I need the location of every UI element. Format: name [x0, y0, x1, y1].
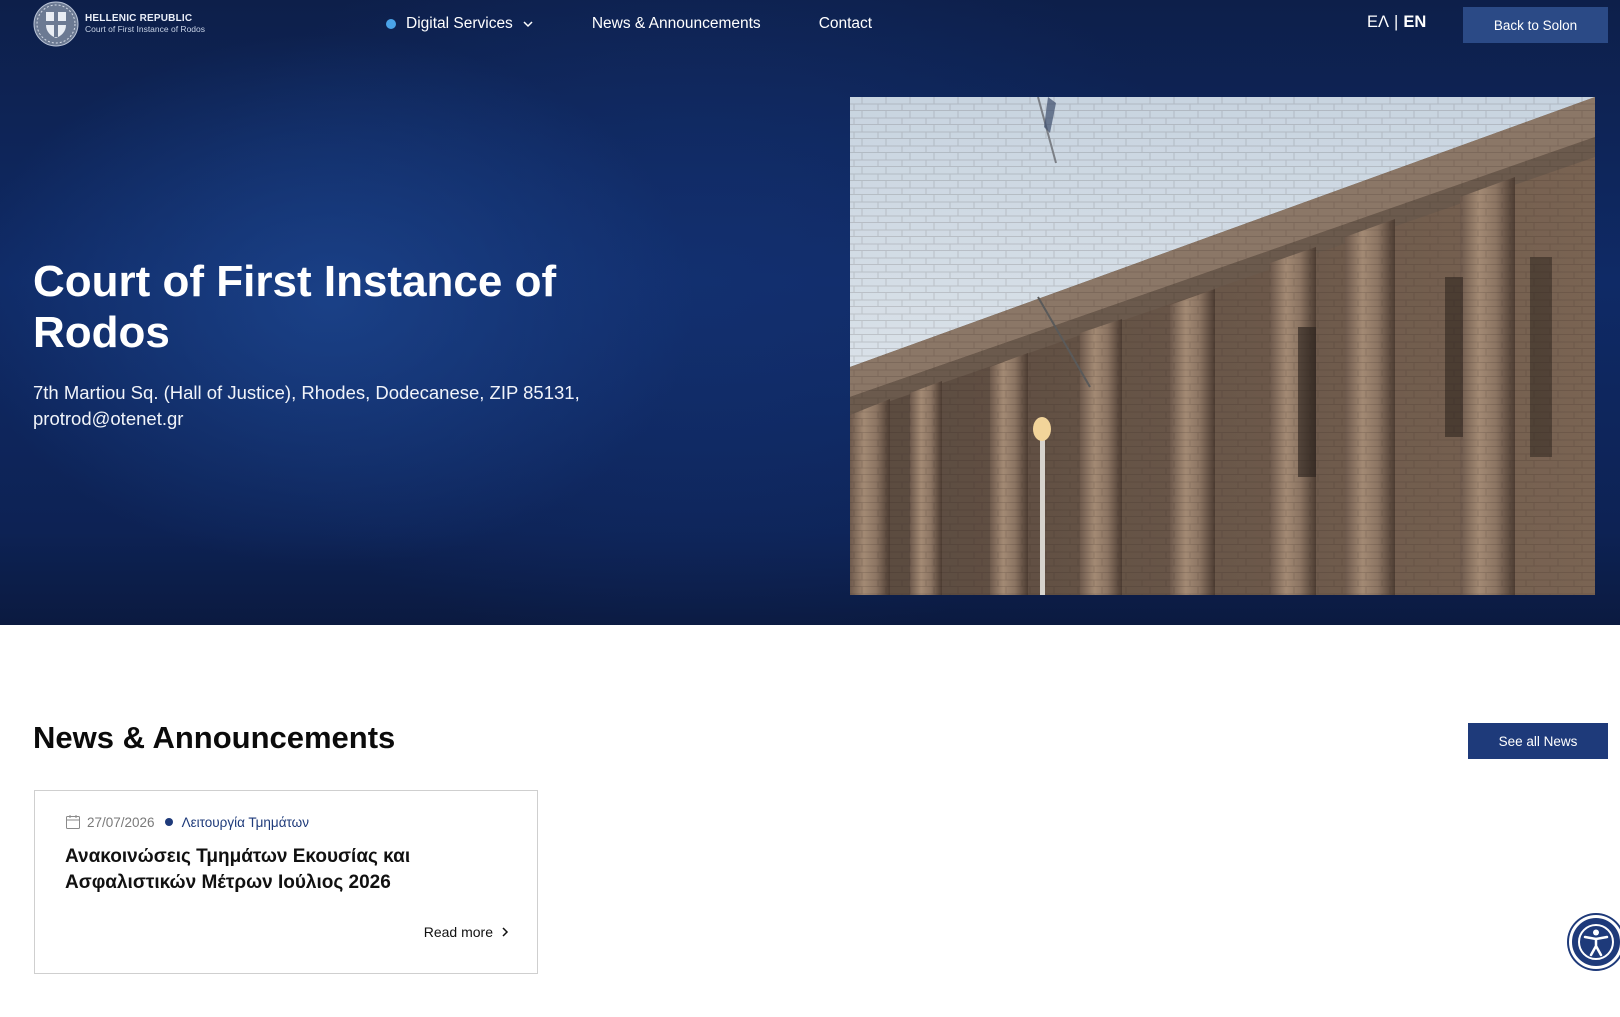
read-more-label: Read more	[423, 924, 493, 940]
chevron-right-icon	[502, 927, 509, 937]
courthouse-photo	[850, 97, 1595, 595]
read-more-link[interactable]: Read more	[424, 924, 509, 940]
nav-active-dot	[386, 19, 396, 29]
accessibility-icon	[1578, 924, 1614, 960]
site-header: HELLENIC REPUBLIC Court of First Instanc…	[0, 0, 1620, 48]
lang-separator: |	[1394, 13, 1399, 31]
nav-digital-services[interactable]: Digital Services	[386, 15, 534, 33]
chevron-down-icon	[523, 21, 533, 28]
news-card-meta: 27/07/2026 Λειτουργία Τμημάτων	[65, 814, 309, 830]
news-heading: News & Announcements	[33, 720, 396, 755]
hero-section: HELLENIC REPUBLIC Court of First Instanc…	[0, 0, 1620, 625]
page-title: Court of First Instance of Rodos	[33, 257, 557, 357]
see-all-news-button[interactable]: See all News	[1468, 723, 1608, 759]
news-category[interactable]: Λειτουργία Τμημάτων	[182, 815, 309, 830]
accessibility-button[interactable]	[1569, 915, 1620, 969]
main-nav: Digital Services News & Announcements Co…	[386, 13, 872, 35]
lang-en[interactable]: EN	[1403, 13, 1426, 32]
nav-news[interactable]: News & Announcements	[592, 15, 761, 33]
language-switcher: ΕΛ | EN	[1367, 13, 1426, 32]
news-card[interactable]: 27/07/2026 Λειτουργία Τμημάτων Ανακοινώσ…	[34, 790, 538, 974]
back-to-solon-button[interactable]: Back to Solon	[1463, 7, 1608, 43]
lang-el[interactable]: ΕΛ	[1367, 13, 1389, 32]
coat-of-arms-icon	[33, 1, 79, 47]
category-dot	[164, 818, 173, 826]
news-date: 27/07/2026	[87, 814, 155, 830]
nav-contact[interactable]: Contact	[819, 15, 872, 33]
logo-line-2: Court of First Instance of Rodos	[85, 24, 205, 34]
court-address: 7th Martiou Sq. (Hall of Justice), Rhode…	[33, 380, 653, 432]
email-link[interactable]: protrod@otenet.gr	[33, 406, 653, 432]
nav-digital-services-label: Digital Services	[406, 15, 513, 32]
site-logo[interactable]: HELLENIC REPUBLIC Court of First Instanc…	[33, 1, 233, 47]
logo-text: HELLENIC REPUBLIC Court of First Instanc…	[85, 13, 205, 35]
calendar-icon	[66, 815, 80, 829]
address-text: 7th Martiou Sq. (Hall of Justice), Rhode…	[33, 382, 580, 403]
logo-line-1: HELLENIC REPUBLIC	[85, 13, 193, 24]
news-title[interactable]: Ανακοινώσεις Τμημάτων Εκουσίας και Ασφαλ…	[65, 844, 505, 896]
